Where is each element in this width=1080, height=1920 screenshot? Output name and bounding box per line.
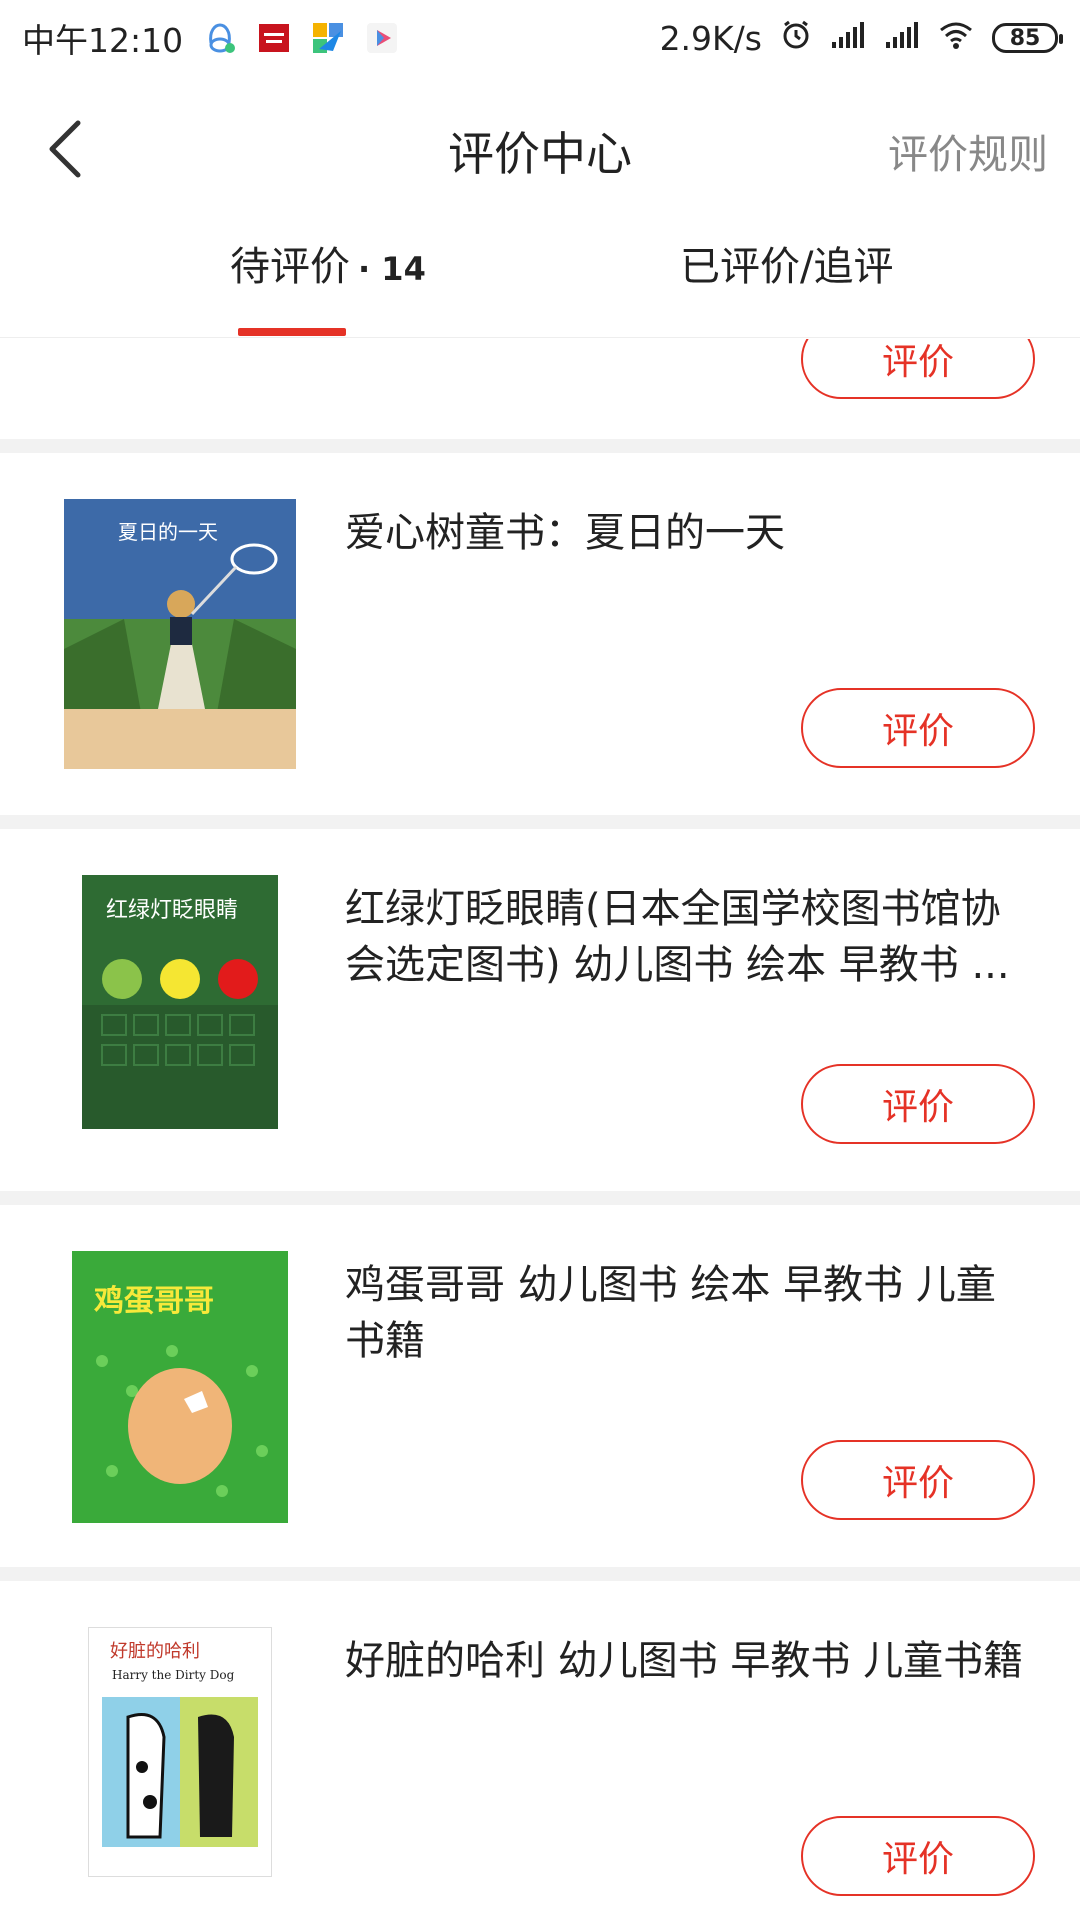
list-item: 红绿灯眨眼睛 红绿灯眨眼睛(日本全国学校图书馆协会选定图书) 幼儿图书 绘本 早… <box>0 829 1080 1191</box>
rules-link[interactable]: 评价规则 <box>888 122 1048 180</box>
signal-icon <box>884 19 920 58</box>
tab-pending-count: 14 <box>381 250 426 288</box>
tab-pending-separator: · <box>358 250 371 288</box>
divider <box>0 1191 1080 1205</box>
book-cover[interactable]: 鸡蛋哥哥 <box>72 1251 288 1523</box>
book-cover[interactable]: 红绿灯眨眼睛 <box>82 875 278 1129</box>
review-list[interactable]: 评价 夏日的一天 爱心树童书：夏日的一天 评价 红绿灯眨眼睛 红绿灯眨眼睛(日本… <box>0 339 1080 1920</box>
list-item: 好脏的哈利 Harry the Dirty Dog 好脏的哈利 幼儿图书 早教书… <box>0 1581 1080 1920</box>
wifi-icon <box>938 19 974 58</box>
qq-icon <box>203 21 237 55</box>
cover-title: 夏日的一天 <box>118 520 218 544</box>
item-title[interactable]: 爱心树童书：夏日的一天 <box>345 505 1035 561</box>
tab-reviewed[interactable]: 已评价/追评 <box>680 234 893 292</box>
item-title[interactable]: 好脏的哈利 幼儿图书 早教书 儿童书籍 <box>345 1633 1035 1689</box>
rate-button[interactable]: 评价 <box>801 688 1035 768</box>
tab-pending-label: 待评价 <box>230 244 350 290</box>
list-item: 评价 <box>0 339 1080 439</box>
cover-subtitle: Harry the Dirty Dog <box>112 1668 235 1682</box>
cover-title: 好脏的哈利 <box>110 1641 200 1662</box>
rate-button[interactable]: 评价 <box>801 1440 1035 1520</box>
network-speed: 2.9K/s <box>659 18 762 58</box>
cover-title: 红绿灯眨眼睛 <box>106 898 238 923</box>
cover-title: 鸡蛋哥哥 <box>94 1284 214 1319</box>
list-item: 鸡蛋哥哥 鸡蛋哥哥 幼儿图书 绘本 早教书 儿童书籍 评价 <box>0 1205 1080 1567</box>
netease-icon <box>257 21 291 55</box>
message-icon <box>311 21 345 55</box>
item-title[interactable]: 红绿灯眨眼睛(日本全国学校图书馆协会选定图书) 幼儿图书 绘本 早教书 ... <box>345 881 1035 993</box>
signal-icon <box>830 19 866 58</box>
divider <box>0 439 1080 453</box>
status-time: 中午12:10 <box>22 21 184 60</box>
rate-button[interactable]: 评价 <box>801 1816 1035 1896</box>
battery-icon: 85 <box>992 23 1063 53</box>
play-store-icon <box>365 21 399 55</box>
divider <box>0 1567 1080 1581</box>
active-tab-indicator <box>238 328 346 336</box>
alarm-icon <box>780 18 812 58</box>
tab-bar: 待评价 · 14 已评价/追评 <box>0 216 1080 338</box>
nav-bar: 评价中心 评价规则 <box>0 76 1080 216</box>
rate-button[interactable]: 评价 <box>801 339 1035 399</box>
divider <box>0 815 1080 829</box>
book-cover[interactable]: 好脏的哈利 Harry the Dirty Dog <box>88 1627 272 1877</box>
item-title[interactable]: 鸡蛋哥哥 幼儿图书 绘本 早教书 儿童书籍 <box>345 1257 1035 1369</box>
tab-pending[interactable]: 待评价 · 14 <box>230 234 426 292</box>
rate-button[interactable]: 评价 <box>801 1064 1035 1144</box>
book-cover[interactable]: 夏日的一天 <box>64 499 296 769</box>
status-bar: 中午12:10 2.9K/s 85 <box>0 0 1080 76</box>
list-item: 夏日的一天 爱心树童书：夏日的一天 评价 <box>0 453 1080 815</box>
